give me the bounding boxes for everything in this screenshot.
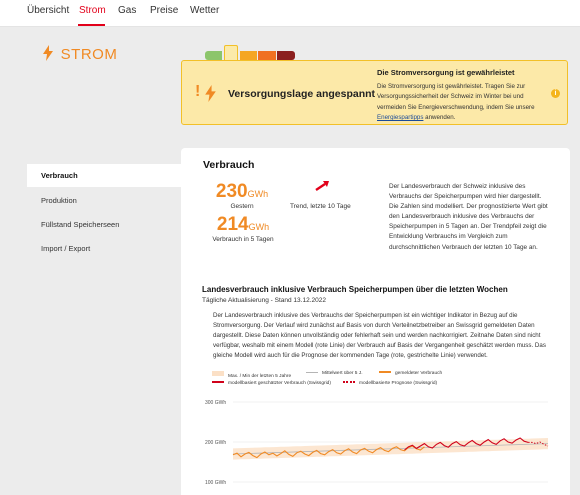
status-text-main: Die Stromversorgung ist gewährleistet. T… — [377, 83, 535, 111]
legend-item-mittelwert[interactable]: Mittelwert über 5 J. — [306, 371, 363, 376]
status-level-title: Versorgungslage angespannt — [228, 88, 376, 100]
status-scale-red — [277, 51, 295, 60]
status-text-end: anwenden. — [425, 113, 456, 121]
legend-item-gemeldet[interactable]: gemeldeter Verbrauch — [379, 371, 442, 376]
legend-label-modell: modellbasiert geschätzter Verbrauch (Swi… — [228, 381, 331, 386]
legend-label-mittelwert: Mittelwert über 5 J. — [322, 371, 363, 376]
consumption-card: Verbrauch 230GWh Gestern 214GWh Verbrauc… — [181, 148, 570, 495]
chart-section-description: Der Landesverbrauch inklusive des Verbra… — [213, 312, 546, 360]
ytick-label-100: 100 GWh — [205, 480, 226, 486]
exclamation-icon: ! — [195, 83, 201, 100]
legend-swatch-modell — [212, 381, 224, 383]
stat-yesterday-value: 230 — [215, 181, 248, 202]
sidebar-item-verbrauch[interactable]: Verbrauch — [27, 164, 181, 187]
stat-avg5: 214GWh Verbrauch in 5 Tagen — [207, 214, 279, 243]
chart-legend: Max. / Min der letzten 5 Jahre Mittelwer… — [212, 371, 549, 391]
sidebar-item-fuellstand[interactable]: Füllstand Speicherseen — [27, 213, 181, 236]
status-text: Die Stromversorgung ist gewährleistet. T… — [377, 82, 547, 123]
energiespartipps-link[interactable]: Energiespartipps — [377, 114, 423, 121]
chart-section-title: Landesverbrauch inklusive Verbrauch Spei… — [202, 285, 508, 294]
tab-gas[interactable]: Gas — [118, 5, 136, 16]
legend-label-gemeldet: gemeldeter Verbrauch — [395, 371, 443, 376]
legend-item-modell[interactable]: modellbasiert geschätzter Verbrauch (Swi… — [212, 381, 331, 386]
section-brand: STROM — [42, 45, 117, 65]
tab-uebersicht[interactable]: Übersicht — [27, 5, 69, 16]
chart-update-meta: Tägliche Aktualisierung - Stand 13.12.20… — [202, 297, 326, 304]
info-icon[interactable]: i — [551, 89, 560, 98]
status-scale-darkorange — [258, 51, 276, 60]
lightning-bolt-icon — [42, 45, 56, 65]
status-scale-selector — [224, 45, 238, 61]
status-scale-green — [205, 51, 222, 60]
tab-preise[interactable]: Preise — [150, 5, 178, 16]
stat-yesterday-label: Gestern — [230, 203, 254, 210]
stat-yesterday-unit: GWh — [247, 189, 269, 199]
legend-label-prognose: modellbasierte Prognose (Swissgrid) — [359, 381, 438, 386]
stat-yesterday: 230GWh Gestern — [212, 181, 272, 210]
legend-label-max-min: Max. / Min der letzten 5 Jahre — [228, 374, 292, 379]
tab-wetter[interactable]: Wetter — [190, 5, 219, 16]
trend-label: Trend, letzte 10 Tage — [290, 203, 351, 210]
sidebar-item-import-export[interactable]: Import / Export — [27, 237, 181, 260]
legend-item-prognose[interactable]: modellbasierte Prognose (Swissgrid) — [343, 381, 437, 386]
active-tab-indicator — [78, 24, 105, 26]
consumption-line-chart: 300 GWh 200 GWh 100 GWh — [205, 400, 549, 486]
trend-arrow-icon — [314, 179, 330, 197]
legend-item-max-min[interactable]: Max. / Min der letzten 5 Jahre — [212, 371, 291, 379]
ytick-label-200: 200 GWh — [205, 440, 226, 446]
stat-avg5-unit: GWh — [248, 222, 270, 232]
legend-swatch-gemeldet — [379, 371, 391, 373]
lightning-bolt-icon — [204, 85, 217, 107]
status-headline: Die Stromversorgung ist gewährleistet — [377, 68, 515, 77]
legend-swatch-mittelwert — [306, 372, 318, 373]
legend-swatch-max-min — [212, 371, 224, 376]
status-scale-orange — [240, 51, 257, 60]
stat-avg5-value: 214 — [216, 214, 249, 235]
legend-swatch-prognose — [343, 381, 355, 383]
top-navigation: Übersicht Strom Gas Preise Wetter — [0, 0, 580, 27]
brand-title: STROM — [60, 46, 118, 63]
tab-strom[interactable]: Strom — [79, 5, 106, 16]
consumption-description: Der Landesverbrauch der Schweiz inklusiv… — [389, 183, 548, 251]
status-alert: ! Versorgungslage angespannt Die Stromve… — [181, 60, 568, 125]
card-title: Verbrauch — [203, 159, 255, 171]
ytick-label-300: 300 GWh — [205, 400, 226, 406]
sidebar-item-produktion[interactable]: Produktion — [27, 189, 181, 212]
stat-avg5-label: Verbrauch in 5 Tagen — [212, 236, 274, 243]
